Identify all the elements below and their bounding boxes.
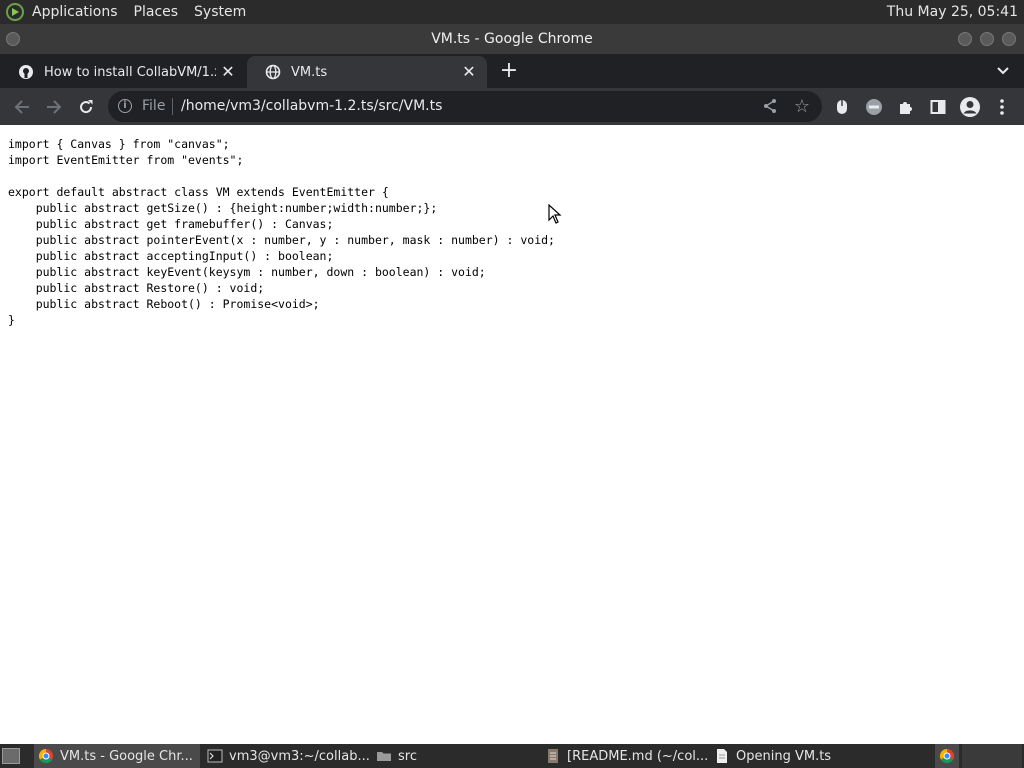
window-menu-icon[interactable] bbox=[6, 32, 20, 46]
forward-button[interactable] bbox=[43, 96, 65, 118]
tab-title: VM.ts bbox=[291, 64, 328, 80]
globe-icon bbox=[265, 64, 281, 80]
taskbar-item-terminal[interactable]: vm3@vm3:~/collab... bbox=[203, 744, 369, 768]
document-icon bbox=[717, 749, 727, 763]
workspace-switcher[interactable] bbox=[935, 744, 959, 768]
tab-collabvm-install[interactable]: How to install CollabVM/1.x - C ✕ bbox=[0, 56, 246, 88]
taskbar-item-text-editor[interactable]: [README.md (~/col... bbox=[541, 744, 707, 768]
side-panel-icon[interactable] bbox=[927, 96, 949, 118]
reload-button[interactable] bbox=[75, 96, 97, 118]
workspace-2[interactable] bbox=[962, 744, 1022, 768]
extension-circle-icon[interactable] bbox=[863, 96, 885, 118]
window-titlebar[interactable]: VM.ts - Google Chrome bbox=[0, 24, 1024, 54]
site-info-icon[interactable]: i bbox=[118, 99, 132, 113]
applications-menu[interactable]: Applications bbox=[32, 4, 118, 20]
terminal-icon bbox=[207, 749, 223, 763]
file-scheme-label: File bbox=[142, 98, 166, 114]
minimize-window-button[interactable] bbox=[958, 32, 972, 46]
places-menu[interactable]: Places bbox=[134, 4, 179, 20]
close-window-button[interactable] bbox=[1002, 32, 1016, 46]
taskbar-item-folder[interactable]: src bbox=[372, 744, 538, 768]
bottom-taskbar: VM.ts - Google Chr... vm3@vm3:~/collab..… bbox=[0, 744, 1024, 768]
bookmark-star-icon[interactable]: ☆ bbox=[794, 96, 810, 117]
taskbar-item-chrome[interactable]: VM.ts - Google Chr... bbox=[34, 744, 200, 768]
extensions-puzzle-icon[interactable] bbox=[895, 96, 917, 118]
taskbar-item-label: VM.ts - Google Chr... bbox=[60, 748, 193, 764]
tab-strip: How to install CollabVM/1.x - C ✕ VM.ts … bbox=[0, 54, 1024, 88]
profile-avatar-icon[interactable] bbox=[959, 96, 981, 118]
extension-mouse-icon[interactable] bbox=[831, 96, 853, 118]
chrome-icon bbox=[939, 748, 954, 764]
chrome-menu-icon[interactable] bbox=[991, 96, 1013, 118]
chrome-icon bbox=[38, 748, 53, 764]
tab-title: How to install CollabVM/1.x - C bbox=[44, 64, 216, 80]
address-bar[interactable]: i File /home/vm3/collabvm-1.2.ts/src/VM.… bbox=[108, 91, 822, 122]
close-tab-icon[interactable]: ✕ bbox=[461, 64, 477, 80]
close-tab-icon[interactable]: ✕ bbox=[220, 64, 236, 80]
tab-search-chevron-down-icon[interactable] bbox=[994, 62, 1012, 80]
taskbar-item-label: vm3@vm3:~/collab... bbox=[229, 748, 369, 764]
folder-icon bbox=[377, 752, 391, 761]
distro-logo-icon[interactable] bbox=[6, 3, 24, 21]
show-desktop-button[interactable] bbox=[2, 748, 20, 764]
url-text[interactable]: /home/vm3/collabvm-1.2.ts/src/VM.ts bbox=[181, 98, 442, 114]
top-panel: Applications Places System Thu May 25, 0… bbox=[0, 0, 1024, 24]
source-code-text: import { Canvas } from "canvas"; import … bbox=[8, 137, 555, 327]
browser-toolbar: i File /home/vm3/collabvm-1.2.ts/src/VM.… bbox=[0, 88, 1024, 125]
page-content: import { Canvas } from "canvas"; import … bbox=[0, 125, 1024, 744]
back-button[interactable] bbox=[11, 96, 33, 118]
github-favicon-icon bbox=[18, 64, 34, 80]
taskbar-item-label: Opening VM.ts bbox=[736, 748, 832, 764]
taskbar-item-label: src bbox=[398, 748, 417, 764]
new-tab-button[interactable]: + bbox=[498, 60, 520, 82]
panel-clock[interactable]: Thu May 25, 05:41 bbox=[887, 0, 1018, 24]
tab-vm-ts[interactable]: VM.ts ✕ bbox=[247, 56, 487, 88]
text-editor-icon bbox=[548, 749, 558, 763]
omnibox-divider bbox=[172, 98, 173, 115]
mouse-pointer-icon bbox=[548, 203, 562, 224]
taskbar-item-opening[interactable]: Opening VM.ts bbox=[710, 744, 876, 768]
maximize-window-button[interactable] bbox=[980, 32, 994, 46]
system-menu[interactable]: System bbox=[194, 4, 246, 20]
window-title: VM.ts - Google Chrome bbox=[431, 31, 593, 47]
taskbar-item-label: [README.md (~/col... bbox=[567, 748, 707, 764]
share-icon[interactable] bbox=[762, 98, 778, 118]
